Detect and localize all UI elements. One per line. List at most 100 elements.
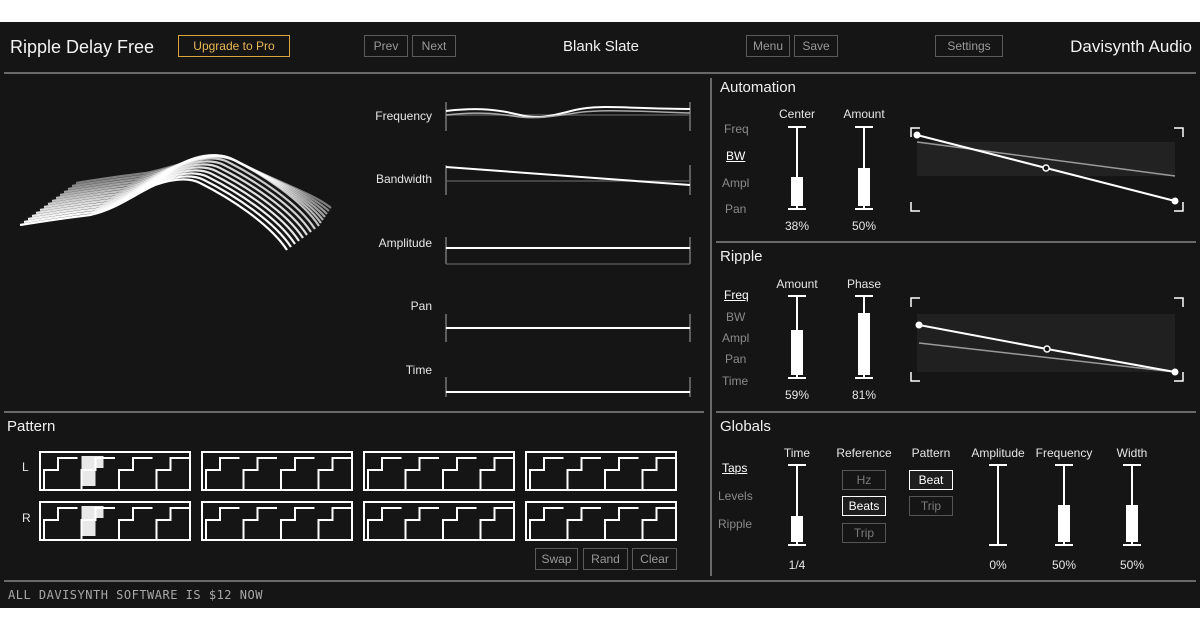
automation-param-bw[interactable]: BW: [726, 149, 745, 163]
automation-amount-slider[interactable]: [852, 126, 876, 210]
automation-center-value: 38%: [784, 219, 810, 233]
ripple-amount-label: Amount: [776, 277, 818, 291]
globals-amplitude-value: 0%: [989, 558, 1007, 572]
pattern-channel-left: L: [22, 460, 29, 474]
pattern-step: [317, 457, 352, 490]
globals-mode-taps[interactable]: Taps: [722, 461, 747, 475]
globals-title: Globals: [720, 418, 771, 435]
globals-amplitude-label: Amplitude: [971, 446, 1025, 460]
globals-width-slider[interactable]: [1120, 464, 1144, 546]
lane-curves: [445, 102, 691, 397]
pattern-step: [242, 457, 277, 490]
globals-mode-ripple[interactable]: Ripple: [718, 517, 752, 531]
pattern-step: [529, 457, 564, 490]
ripple-phase-slider[interactable]: [852, 295, 876, 379]
lane-label-pan: Pan: [410, 299, 432, 313]
pattern-beat-button[interactable]: Beat: [909, 470, 953, 490]
globals-time-value: 1/4: [788, 558, 806, 572]
divider-pattern: [4, 411, 704, 413]
ripple-title: Ripple: [720, 248, 763, 265]
reference-hz-button[interactable]: Hz: [842, 470, 886, 490]
pattern-step: [604, 457, 639, 490]
settings-button[interactable]: Settings: [935, 35, 1003, 57]
divider-top: [4, 72, 1196, 74]
automation-amount-value: 50%: [851, 219, 877, 233]
pattern-step-active: [81, 456, 104, 486]
globals-pattern-label: Pattern: [911, 446, 951, 460]
pattern-grid[interactable]: [38, 450, 682, 542]
globals-frequency-slider[interactable]: [1052, 464, 1076, 546]
ripple-curve-editor[interactable]: [905, 292, 1190, 387]
clear-button[interactable]: Clear: [632, 548, 677, 570]
pattern-step: [317, 507, 352, 540]
globals-mode-levels[interactable]: Levels: [718, 489, 753, 503]
automation-center-label: Center: [778, 107, 816, 121]
automation-center-slider[interactable]: [785, 126, 809, 210]
ripple-param-ampl[interactable]: Ampl: [722, 331, 749, 345]
pattern-step: [479, 507, 514, 540]
globals-reference-label: Reference: [836, 446, 892, 460]
globals-time-slider[interactable]: [785, 464, 809, 546]
pattern-step: [118, 507, 153, 540]
ripple-amount-slider[interactable]: [785, 295, 809, 379]
pattern-step: [118, 457, 153, 490]
lane-label-amplitude: Amplitude: [378, 236, 432, 250]
ripple-param-bw[interactable]: BW: [726, 310, 745, 324]
pattern-step: [442, 457, 477, 490]
lane-label-time: Time: [405, 363, 432, 377]
globals-time-label: Time: [783, 446, 811, 460]
automation-param-ampl[interactable]: Ampl: [722, 176, 749, 190]
menu-button[interactable]: Menu: [746, 35, 790, 57]
footer-promo-text: ALL DAVISYNTH SOFTWARE IS $12 NOW: [8, 588, 263, 602]
plugin-window: Ripple Delay Free Upgrade to Pro Prev Ne…: [0, 22, 1200, 608]
pattern-step: [529, 507, 564, 540]
divider-footer: [4, 580, 1196, 582]
pattern-step: [404, 457, 439, 490]
pattern-step: [242, 507, 277, 540]
pattern-step: [479, 457, 514, 490]
pattern-channel-right: R: [22, 511, 31, 525]
automation-curve-editor[interactable]: [905, 122, 1190, 217]
pattern-step: [43, 457, 78, 490]
divider-globals: [716, 411, 1196, 413]
globals-amplitude-slider[interactable]: [986, 464, 1010, 546]
ripple-waveform-display: [19, 154, 332, 251]
pattern-step: [641, 457, 676, 490]
pattern-step: [155, 507, 190, 540]
upgrade-button[interactable]: Upgrade to Pro: [178, 35, 290, 57]
save-button[interactable]: Save: [794, 35, 838, 57]
globals-width-label: Width: [1116, 446, 1148, 460]
globals-frequency-value: 50%: [1051, 558, 1077, 572]
pattern-step: [442, 507, 477, 540]
pattern-step: [604, 507, 639, 540]
ripple-param-time[interactable]: Time: [722, 374, 748, 388]
ripple-param-pan[interactable]: Pan: [725, 352, 746, 366]
pattern-step: [566, 507, 601, 540]
globals-width-value: 50%: [1119, 558, 1145, 572]
rand-button[interactable]: Rand: [583, 548, 628, 570]
pattern-title: Pattern: [7, 418, 56, 435]
globals-frequency-label: Frequency: [1035, 446, 1093, 460]
brand-name: Davisynth Audio: [1070, 37, 1192, 56]
automation-amount-label: Amount: [843, 107, 885, 121]
pattern-step: [155, 457, 190, 490]
pattern-step: [43, 507, 78, 540]
prev-button[interactable]: Prev: [364, 35, 408, 57]
lane-label-bandwidth: Bandwidth: [375, 172, 432, 186]
pattern-step: [566, 457, 601, 490]
reference-trip-button[interactable]: Trip: [842, 523, 886, 543]
automation-param-freq[interactable]: Freq: [724, 122, 749, 136]
next-button[interactable]: Next: [412, 35, 456, 57]
app-title: Ripple Delay Free: [10, 37, 155, 57]
pattern-trip-button[interactable]: Trip: [909, 496, 953, 516]
divider-vertical: [710, 78, 712, 576]
preset-name: Blank Slate: [563, 38, 639, 55]
automation-param-pan[interactable]: Pan: [725, 202, 746, 216]
ripple-param-freq[interactable]: Freq: [724, 288, 749, 302]
reference-beats-button[interactable]: Beats: [842, 496, 886, 516]
swap-button[interactable]: Swap: [535, 548, 578, 570]
divider-automation-ripple: [716, 241, 1196, 243]
automation-title: Automation: [720, 79, 796, 96]
ripple-amount-value: 59%: [784, 388, 810, 402]
pattern-step: [205, 507, 240, 540]
